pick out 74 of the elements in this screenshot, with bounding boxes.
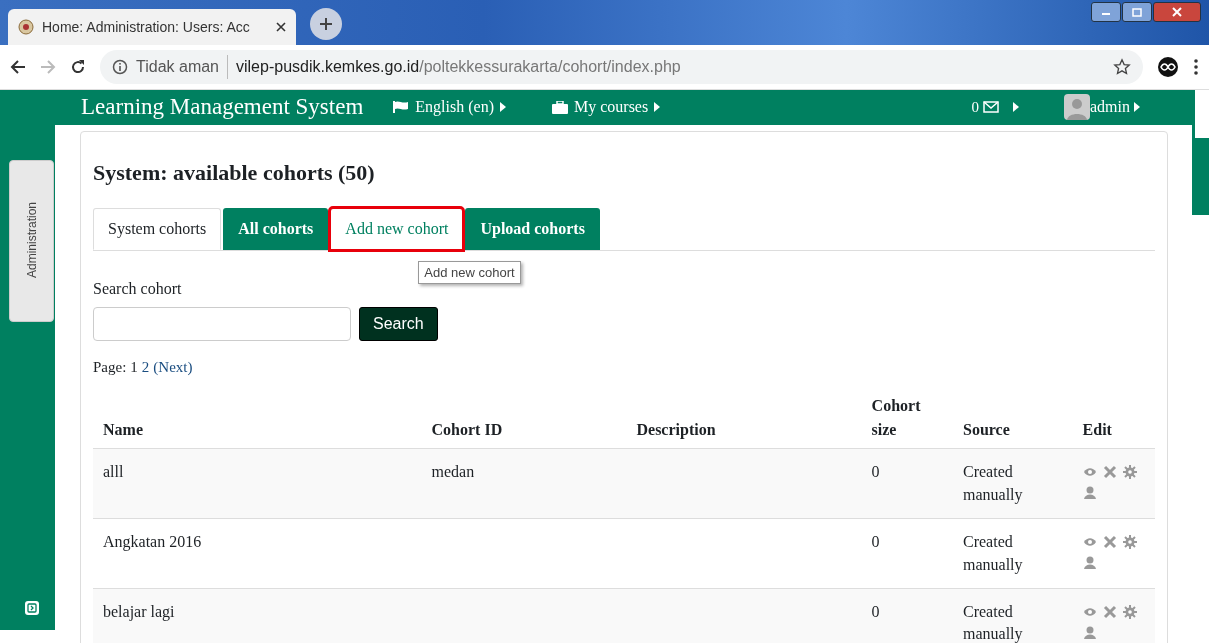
page-heading: System: available cohorts (50) (93, 159, 376, 186)
info-icon (112, 59, 128, 75)
reload-icon[interactable] (70, 59, 86, 75)
table-cell: alll (103, 463, 124, 481)
table-cell: medan (431, 463, 475, 481)
next-link[interactable]: (Next) (153, 355, 193, 379)
search-field[interactable] (93, 306, 351, 341)
browser-tab[interactable]: Home: Administration: Users: Acc (8, 9, 296, 45)
table-cell: belajar lagi (103, 602, 175, 620)
tab[interactable]: Add new cohort (330, 207, 464, 250)
tab-title: Home: Administration: Users: Acc (42, 17, 251, 37)
delete-icon[interactable] (1102, 604, 1117, 619)
caret-icon[interactable] (654, 102, 661, 113)
table-cell: 0 (871, 533, 880, 551)
star-icon[interactable] (1113, 58, 1131, 76)
caret-icon[interactable] (1013, 102, 1019, 113)
security-label: Tidak aman (136, 57, 219, 77)
gear-icon[interactable] (1122, 604, 1137, 619)
envelope-icon[interactable] (983, 101, 999, 114)
column-header: Cohort ID (421, 388, 627, 449)
avatar-icon[interactable] (1064, 94, 1090, 121)
person-icon[interactable] (1082, 555, 1097, 570)
block-tab[interactable]: Administration (9, 159, 54, 322)
restore-icon (1132, 7, 1142, 17)
menu-icon[interactable] (1193, 58, 1199, 76)
dock-icon[interactable] (24, 599, 40, 616)
delete-icon[interactable] (1102, 465, 1117, 480)
person-icon[interactable] (1082, 485, 1097, 500)
table-cell: Created manually (963, 533, 1023, 573)
message-count: 0 (971, 98, 979, 117)
pager-label: Page: (93, 357, 127, 377)
nav-menu[interactable]: English (en) (415, 95, 494, 120)
tab[interactable]: Upload cohorts (465, 207, 600, 250)
close-icon (1172, 7, 1182, 17)
restore-button[interactable] (1122, 2, 1152, 22)
caret-icon[interactable] (1134, 102, 1140, 113)
table-cell: 0 (871, 463, 880, 481)
column-header: Cohort size (861, 388, 953, 449)
tab[interactable]: System cohorts (93, 207, 222, 250)
column-header: Description (626, 388, 862, 449)
address-bar[interactable]: Tidak aman vilep-pusdik.kemkes.go.id/poltekkessurakarta/cohort/index.php (100, 50, 1143, 84)
minimize-button[interactable] (1091, 2, 1121, 22)
delete-icon[interactable] (1102, 535, 1117, 550)
table-cell: Created manually (963, 463, 1023, 503)
person-icon[interactable] (1082, 624, 1097, 639)
column-header: Source (953, 388, 1073, 449)
table-cell: 0 (871, 602, 880, 620)
site-title[interactable]: Learning Management System (81, 90, 364, 125)
gear-icon[interactable] (1122, 465, 1137, 480)
search-label: Search cohort (93, 278, 183, 299)
extension-icon[interactable] (1157, 56, 1179, 78)
search-button[interactable]: Search (359, 306, 438, 341)
column-header: Edit (1072, 388, 1155, 449)
plus-icon (319, 17, 333, 31)
close-icon[interactable] (276, 22, 286, 32)
window-close-button[interactable] (1153, 2, 1201, 22)
back-icon[interactable] (10, 59, 26, 75)
new-tab-button[interactable] (310, 8, 342, 40)
briefcase-icon (551, 100, 568, 114)
nav-menu[interactable]: My courses (573, 95, 649, 120)
tooltip: Add new cohort (418, 260, 521, 285)
flag-icon (393, 101, 410, 114)
table-cell: Angkatan 2016 (103, 533, 202, 551)
column-header: Name (93, 388, 422, 449)
current-page[interactable]: 1 (130, 355, 138, 379)
url-text: vilep-pusdik.kemkes.go.id/poltekkessurakarta/cohort/index.php (227, 55, 681, 79)
user-menu[interactable]: admin (1090, 95, 1130, 120)
caret-icon[interactable] (499, 102, 506, 113)
tab[interactable]: All cohorts (223, 207, 329, 250)
block-title: Administration (23, 202, 40, 279)
favicon-icon (18, 19, 34, 35)
page-link[interactable]: 2 (141, 355, 150, 379)
table-cell: Created manually (963, 602, 1023, 643)
gear-icon[interactable] (1122, 535, 1137, 550)
